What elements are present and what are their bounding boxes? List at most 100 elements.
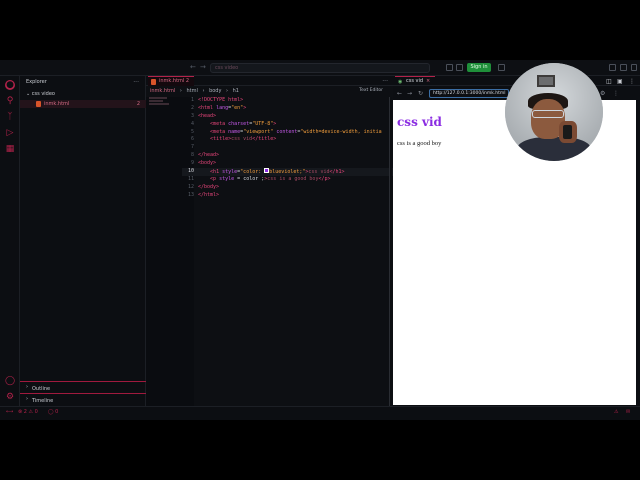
line-number: 1 <box>190 97 194 103</box>
breadcrumb-item[interactable]: html <box>187 88 198 94</box>
line-number: 2 <box>190 104 194 111</box>
line-text: <html lang="en"> <box>198 104 247 111</box>
html-file-icon <box>36 101 41 107</box>
ports-indicator[interactable]: ◯ 0 <box>48 409 58 415</box>
webcam-phone <box>563 125 572 139</box>
tab-inmk-html[interactable]: inmk.html 2 <box>148 76 194 86</box>
timeline-section[interactable]: › Timeline <box>20 393 146 404</box>
line-number: 6 <box>190 136 194 143</box>
refresh-icon[interactable]: ↻ <box>418 90 423 97</box>
gear-icon[interactable]: ⚙ <box>5 392 15 402</box>
code-line[interactable]: 11 <p style = color ;>css is a good boy<… <box>182 176 393 184</box>
run-debug-icon[interactable]: ▷ <box>5 128 15 138</box>
notifications-icon[interactable]: ✉ <box>626 409 630 415</box>
code-line[interactable]: 1 <!DOCTYPE html> <box>182 97 393 105</box>
text-editor-label[interactable]: Text Editor <box>359 88 383 93</box>
command-center-search[interactable]: css video <box>210 63 430 73</box>
breadcrumb: inmk.html › html › body › h1 <box>150 88 242 94</box>
page-heading: css vid <box>397 115 442 129</box>
editor-group: inmk.html 2 ... inmk.html › html › body … <box>146 76 393 407</box>
code-line[interactable]: 12 </body> <box>182 184 393 192</box>
outline-label: › Outline <box>26 384 51 392</box>
copilot-icon[interactable] <box>446 64 453 71</box>
line-text: <meta charset="UTF-8"> <box>210 120 277 127</box>
line-number: 9 <box>190 160 194 167</box>
code-area[interactable]: 1 <!DOCTYPE html> 2 <html lang="en"> 3 <head>… <box>182 97 393 397</box>
toggle-sidebar-icon[interactable] <box>498 64 505 71</box>
timeline-label: › Timeline <box>26 396 54 404</box>
code-line[interactable]: 2 <html lang="en"> <box>182 105 393 113</box>
line-number: 7 <box>190 144 194 151</box>
html-file-icon <box>151 79 156 85</box>
breadcrumb-separator: › <box>179 88 182 94</box>
breadcrumb-separator: › <box>202 88 205 94</box>
line-number: 3 <box>190 112 194 119</box>
code-line[interactable]: 4 <meta charset="UTF-8"> <box>182 121 393 129</box>
line-text: <!DOCTYPE html> <box>198 97 244 103</box>
file-problem-count: 2 <box>136 101 140 107</box>
line-text: </head> <box>198 152 220 159</box>
preview-tab-label: css vid <box>406 78 424 84</box>
outline-section[interactable]: › Outline <box>20 381 146 392</box>
file-name: inmk.html <box>44 101 70 107</box>
sticky-scroll-preview <box>149 97 171 111</box>
code-line[interactable]: 10 <h1 style="color: blueviolet;">css vi… <box>182 168 393 176</box>
forward-arrow-icon[interactable]: → <box>200 63 206 71</box>
line-number: 5 <box>190 128 194 135</box>
webcam-person-glasses <box>532 110 564 118</box>
activity-bar: ● ⚲ ᛉ ▷ ▦ ◯ ⚙ <box>0 76 20 406</box>
line-number: 11 <box>187 175 194 182</box>
account-icon[interactable]: ◯ <box>5 376 15 386</box>
explorer-icon[interactable]: ● <box>5 80 15 90</box>
line-number: 4 <box>190 120 194 127</box>
lock-icon[interactable]: ▣ <box>617 78 623 85</box>
remote-icon[interactable]: ⟷ <box>6 409 13 415</box>
code-line[interactable]: 8 </head> <box>182 152 393 160</box>
code-line[interactable]: 6 <title>css vid</title> <box>182 136 393 144</box>
code-line[interactable]: 5 <meta name="viewport" content="width=d… <box>182 129 393 137</box>
code-line[interactable]: 7 <box>182 144 393 152</box>
line-number: 13 <box>187 191 194 198</box>
browser-settings-icon[interactable]: ⋮ <box>613 90 619 97</box>
problems-indicator[interactable]: ⊗ 2 ⚠ 0 <box>18 409 38 415</box>
customize-layout-icon[interactable] <box>631 64 637 71</box>
back-arrow-icon[interactable]: ← <box>190 63 196 71</box>
scrollbar[interactable] <box>389 97 392 407</box>
code-line[interactable]: 13 </html> <box>182 192 393 200</box>
breadcrumb-item[interactable]: h1 <box>233 88 239 94</box>
split-editor-icon[interactable]: ◫ <box>606 78 612 85</box>
back-arrow-icon[interactable]: ← <box>397 90 402 97</box>
bell-icon[interactable]: ⚠ <box>614 409 618 415</box>
webcam-wall-frame <box>537 75 555 87</box>
tab-css-vid[interactable]: ◉ css vid × <box>395 76 435 86</box>
extensions-icon[interactable]: ▦ <box>5 144 15 154</box>
source-control-icon[interactable]: ᛉ <box>5 112 15 122</box>
line-text: </body> <box>198 183 220 190</box>
explorer-more-icon[interactable]: ... <box>133 77 139 84</box>
sign-in-button[interactable]: Sign in <box>467 63 491 72</box>
search-icon[interactable]: ⚲ <box>5 96 15 106</box>
line-text: <head> <box>198 112 217 119</box>
forward-arrow-icon[interactable]: → <box>407 90 412 97</box>
folder-name: css video <box>31 91 55 97</box>
explorer-title: Explorer <box>26 79 47 85</box>
breadcrumb-item[interactable]: body <box>209 88 221 94</box>
file-item-inmk[interactable]: inmk.html 2 <box>20 100 146 108</box>
layout-icon[interactable] <box>609 64 616 71</box>
folder-css-video[interactable]: ⌄ css video <box>26 91 55 97</box>
chevron-down-icon[interactable] <box>456 64 463 71</box>
url-text: http://127.0.0.1:3000/inmk.html <box>433 91 506 96</box>
explorer-panel: Explorer ... ⌄ css video inmk.html 2 › O… <box>20 76 146 406</box>
command-center-text: css video <box>215 65 239 71</box>
url-input[interactable]: http://127.0.0.1:3000/inmk.html <box>429 89 509 98</box>
outline-text: Outline <box>32 386 51 392</box>
code-line[interactable]: 9 <body> <box>182 160 393 168</box>
code-line[interactable]: 3 <head> <box>182 113 393 121</box>
more-icon[interactable]: ⋮ <box>629 78 635 85</box>
line-text: </html> <box>198 191 220 198</box>
toggle-panel-icon[interactable] <box>620 64 627 71</box>
breadcrumb-item[interactable]: inmk.html <box>150 88 175 94</box>
editor-more-icon[interactable]: ... <box>382 76 388 83</box>
close-icon[interactable]: × <box>426 77 430 86</box>
editor-tabs: inmk.html 2 ... <box>146 76 393 86</box>
